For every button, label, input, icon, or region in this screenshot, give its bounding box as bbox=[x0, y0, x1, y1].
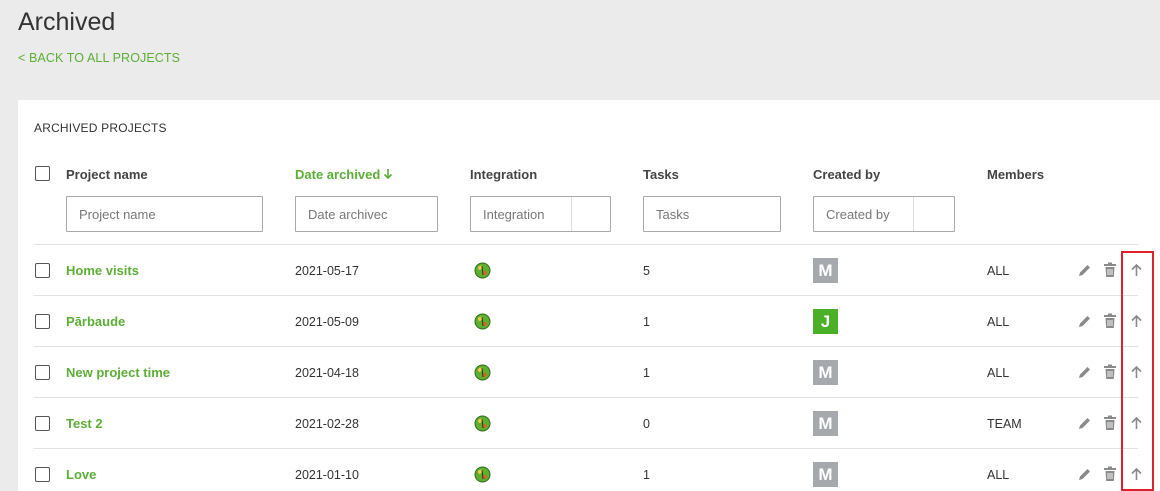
date-archived-value: 2021-05-17 bbox=[295, 263, 359, 278]
globe-icon bbox=[474, 449, 491, 491]
tasks-count: 1 bbox=[643, 467, 650, 482]
created-by-filter-divider bbox=[913, 197, 914, 231]
project-name-link[interactable]: Test 2 bbox=[66, 398, 103, 449]
tasks-count: 5 bbox=[643, 263, 650, 278]
project-name-link[interactable]: New project time bbox=[66, 347, 170, 398]
table-row: New project time 2021-04-18 1 M ALL bbox=[34, 346, 1142, 398]
globe-icon bbox=[474, 296, 491, 347]
trash-icon[interactable] bbox=[1101, 312, 1119, 330]
globe-icon bbox=[474, 398, 491, 449]
row-checkbox[interactable] bbox=[35, 365, 50, 380]
column-header-project-name[interactable]: Project name bbox=[66, 167, 148, 182]
project-name-link[interactable]: Pārbaude bbox=[66, 296, 125, 347]
date-archived-value: 2021-05-09 bbox=[295, 314, 359, 329]
column-header-members: Members bbox=[987, 167, 1045, 182]
arrow-up-icon[interactable] bbox=[1127, 363, 1145, 381]
trash-icon[interactable] bbox=[1101, 363, 1119, 381]
tasks-filter[interactable] bbox=[643, 196, 781, 232]
avatar: M bbox=[813, 360, 838, 385]
back-to-all-projects-link[interactable]: < BACK TO ALL PROJECTS bbox=[18, 51, 180, 65]
column-header-integration[interactable]: Integration bbox=[470, 167, 537, 182]
trash-icon[interactable] bbox=[1101, 465, 1119, 483]
date-archived-value: 2021-01-10 bbox=[295, 467, 359, 482]
table-row: Pārbaude 2021-05-09 1 J ALL bbox=[34, 295, 1142, 347]
integration-filter[interactable] bbox=[470, 196, 611, 232]
members-value: ALL bbox=[987, 263, 1010, 278]
avatar: J bbox=[813, 309, 838, 334]
members-value: ALL bbox=[987, 467, 1010, 482]
archived-projects-panel: ARCHIVED PROJECTS Project name Date arch… bbox=[18, 100, 1160, 491]
column-header-created-by[interactable]: Created by bbox=[813, 167, 880, 182]
table-row: Test 2 2021-02-28 0 M TEAM bbox=[34, 397, 1142, 449]
creator-avatar-cell: M bbox=[813, 245, 838, 296]
pencil-icon[interactable] bbox=[1075, 261, 1093, 279]
members-value: TEAM bbox=[987, 416, 1022, 431]
sort-descending-icon bbox=[383, 167, 393, 182]
column-header-date-archived-label: Date archived bbox=[295, 167, 381, 182]
table-row: Love 2021-01-10 1 M ALL bbox=[34, 448, 1142, 491]
table-row: Home visits 2021-05-17 5 M ALL bbox=[34, 244, 1142, 296]
project-name-link[interactable]: Love bbox=[66, 449, 96, 491]
project-name-filter[interactable] bbox=[66, 196, 263, 232]
row-checkbox[interactable] bbox=[35, 467, 50, 482]
globe-icon bbox=[474, 347, 491, 398]
select-all-checkbox[interactable] bbox=[35, 166, 50, 181]
pencil-icon[interactable] bbox=[1075, 465, 1093, 483]
created-by-filter[interactable] bbox=[813, 196, 955, 232]
creator-avatar-cell: J bbox=[813, 296, 838, 347]
date-archived-filter[interactable] bbox=[295, 196, 438, 232]
arrow-up-icon[interactable] bbox=[1127, 414, 1145, 432]
project-name-link[interactable]: Home visits bbox=[66, 245, 139, 296]
row-checkbox[interactable] bbox=[35, 263, 50, 278]
trash-icon[interactable] bbox=[1101, 261, 1119, 279]
integration-filter-divider bbox=[571, 197, 572, 231]
globe-icon bbox=[474, 245, 491, 296]
arrow-up-icon[interactable] bbox=[1127, 465, 1145, 483]
page-title: Archived bbox=[18, 8, 116, 36]
row-checkbox[interactable] bbox=[35, 314, 50, 329]
column-header-tasks[interactable]: Tasks bbox=[643, 167, 679, 182]
pencil-icon[interactable] bbox=[1075, 414, 1093, 432]
panel-title: ARCHIVED PROJECTS bbox=[34, 121, 167, 135]
trash-icon[interactable] bbox=[1101, 414, 1119, 432]
tasks-count: 1 bbox=[643, 365, 650, 380]
members-value: ALL bbox=[987, 365, 1010, 380]
avatar: M bbox=[813, 462, 838, 487]
row-checkbox[interactable] bbox=[35, 416, 50, 431]
date-archived-value: 2021-02-28 bbox=[295, 416, 359, 431]
creator-avatar-cell: M bbox=[813, 449, 838, 491]
tasks-count: 0 bbox=[643, 416, 650, 431]
arrow-up-icon[interactable] bbox=[1127, 312, 1145, 330]
pencil-icon[interactable] bbox=[1075, 363, 1093, 381]
arrow-up-icon[interactable] bbox=[1127, 261, 1145, 279]
creator-avatar-cell: M bbox=[813, 398, 838, 449]
date-archived-value: 2021-04-18 bbox=[295, 365, 359, 380]
avatar: M bbox=[813, 258, 838, 283]
tasks-count: 1 bbox=[643, 314, 650, 329]
creator-avatar-cell: M bbox=[813, 347, 838, 398]
members-value: ALL bbox=[987, 314, 1010, 329]
pencil-icon[interactable] bbox=[1075, 312, 1093, 330]
column-header-date-archived[interactable]: Date archived bbox=[295, 167, 393, 182]
avatar: M bbox=[813, 411, 838, 436]
